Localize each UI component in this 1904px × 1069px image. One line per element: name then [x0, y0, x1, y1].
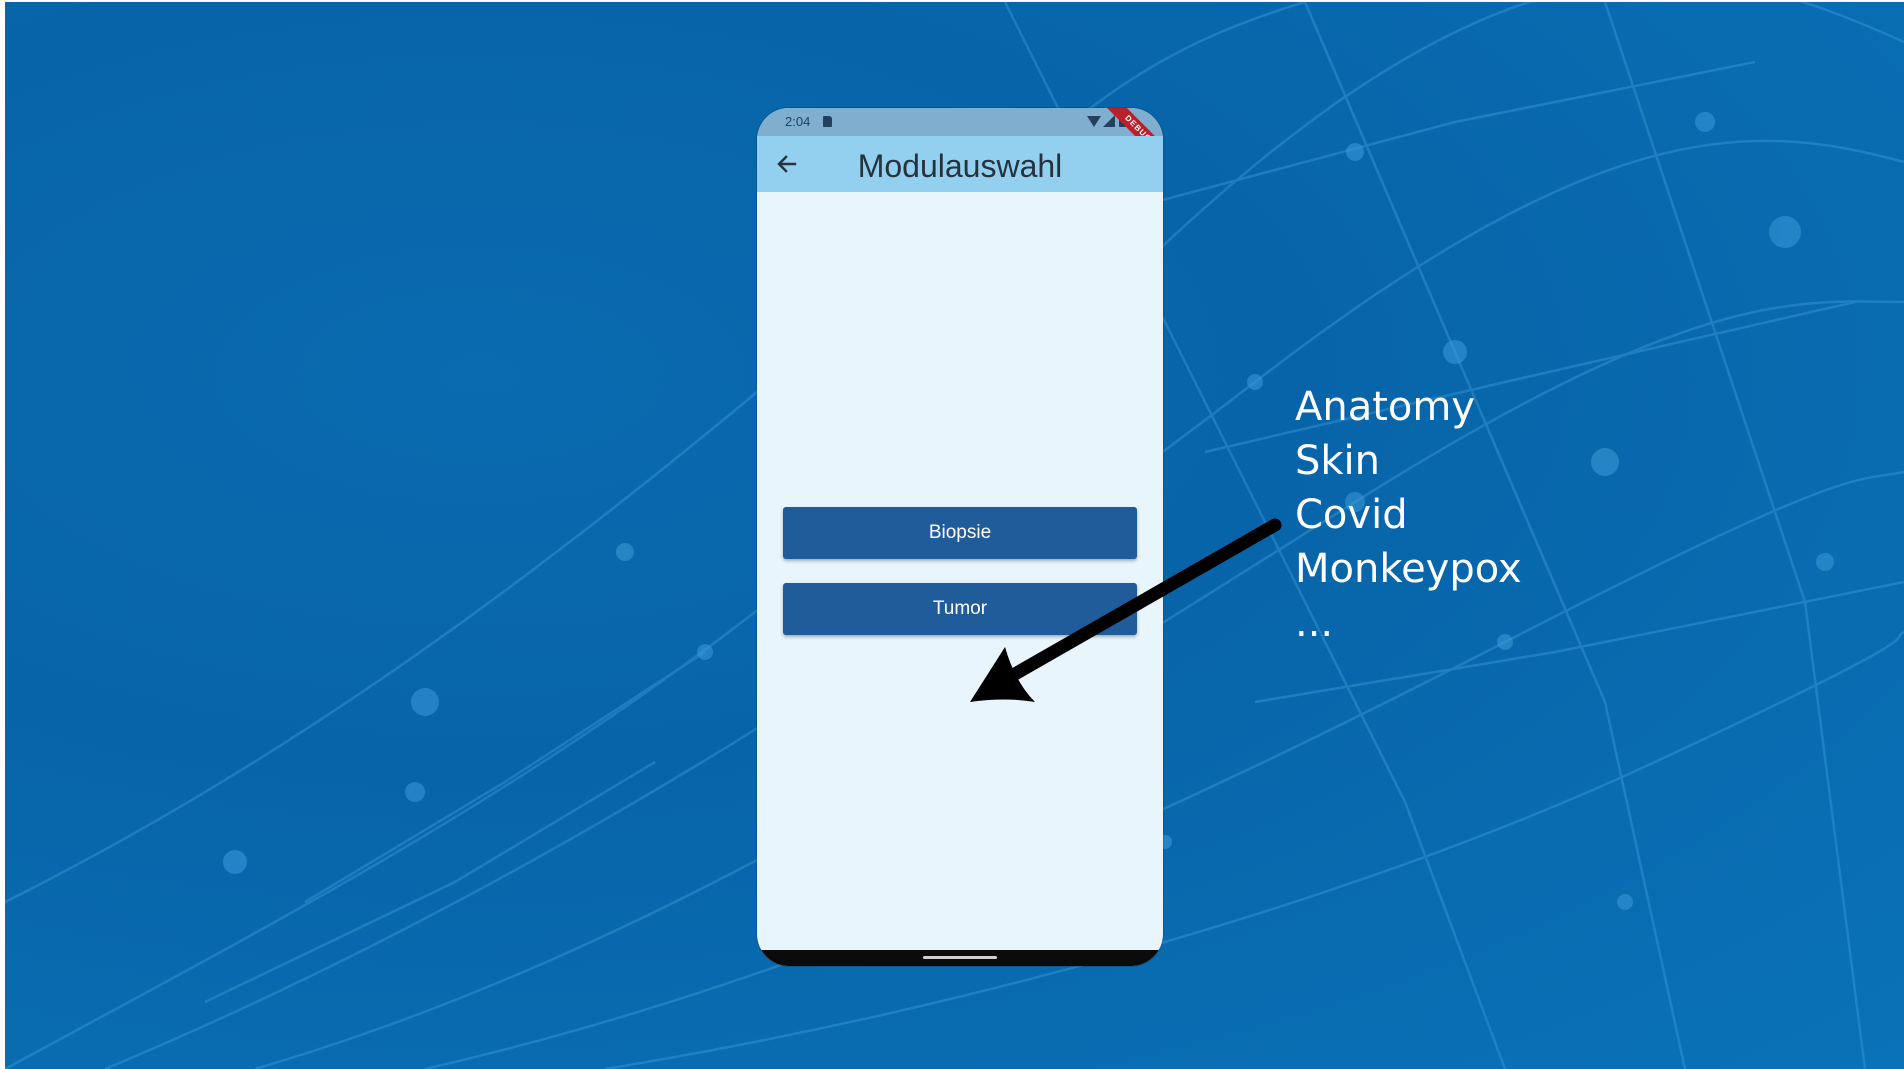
module-item: Monkeypox: [1295, 546, 1522, 592]
wifi-icon: [1087, 116, 1101, 127]
home-handle[interactable]: [923, 956, 997, 959]
gesture-nav-bar: [757, 950, 1163, 966]
module-item: ...: [1295, 600, 1334, 646]
biopsie-button[interactable]: Biopsie: [783, 507, 1137, 559]
module-item: Anatomy: [1295, 384, 1476, 430]
tumor-button[interactable]: Tumor: [783, 583, 1137, 635]
phone-screen: 2:04 DEBUG Modulauswahl Biopsie Tumor: [757, 108, 1163, 966]
status-bar: 2:04: [757, 108, 1163, 136]
app-bar: Modulauswahl: [757, 136, 1163, 192]
module-item: Skin: [1295, 438, 1381, 484]
sd-card-icon: [823, 116, 832, 127]
page-title: Modulauswahl: [857, 148, 1063, 184]
status-time: 2:04: [785, 114, 811, 129]
video-frame: 2:04 DEBUG Modulauswahl Biopsie Tumor An…: [5, 2, 1904, 1069]
module-item: Covid: [1295, 492, 1408, 538]
module-list: Anatomy Skin Covid Monkeypox ...: [1295, 380, 1522, 650]
signal-icon: [1103, 115, 1115, 127]
